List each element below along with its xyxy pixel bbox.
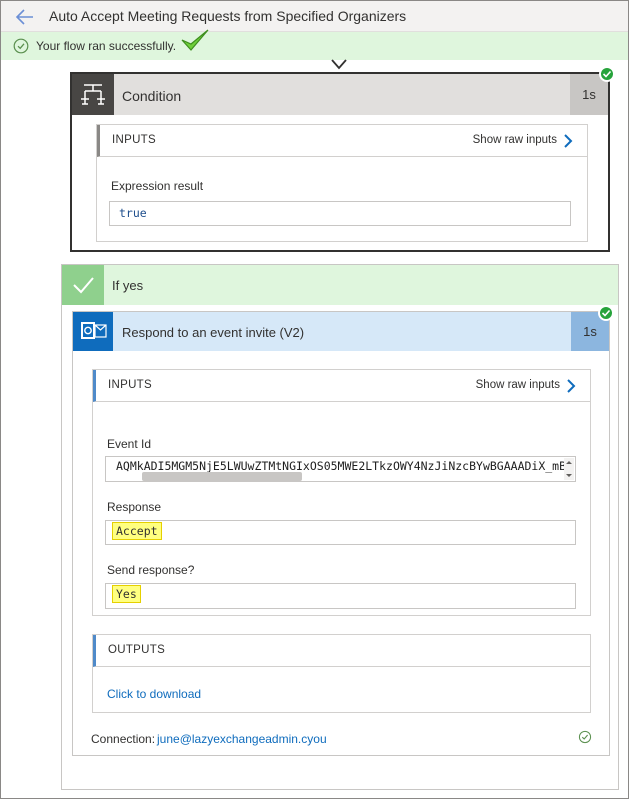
send-response-value: Yes <box>112 585 141 603</box>
inputs-label: INPUTS <box>112 134 156 146</box>
success-message: Your flow ran successfully. <box>36 39 177 53</box>
page-title: Auto Accept Meeting Requests from Specif… <box>49 8 407 24</box>
condition-title: Condition <box>122 88 182 104</box>
if-yes-branch: If yes Respond to an event invite (V2) 1… <box>61 264 619 790</box>
expression-result-field[interactable]: true <box>109 201 571 226</box>
event-id-label: Event Id <box>107 437 152 451</box>
chevron-right-icon[interactable] <box>566 378 576 394</box>
respond-inputs-panel: INPUTS Show raw inputs Event Id AQMkADI5… <box>92 369 591 616</box>
respond-title: Respond to an event invite (V2) <box>122 325 305 340</box>
condition-success-icon <box>599 66 615 82</box>
connection-label: Connection: <box>91 732 156 746</box>
check-circle-icon <box>13 38 29 54</box>
respond-outputs-panel: OUTPUTS Click to download <box>92 634 591 713</box>
outlook-icon <box>73 312 113 351</box>
green-checkmark-icon <box>181 29 209 51</box>
app-header: Auto Accept Meeting Requests from Specif… <box>1 1 628 32</box>
respond-action-card: Respond to an event invite (V2) 1s INPUT… <box>72 311 610 756</box>
vertical-scrollbar[interactable] <box>564 458 574 480</box>
respond-success-icon <box>598 305 614 321</box>
expression-result-label: Expression result <box>111 179 204 193</box>
outputs-header: OUTPUTS <box>93 635 590 667</box>
condition-header[interactable]: Condition 1s <box>72 74 608 115</box>
response-field[interactable]: Accept <box>105 520 576 545</box>
show-raw-inputs-link[interactable]: Show raw inputs <box>473 134 557 146</box>
horizontal-scrollbar[interactable] <box>142 472 302 481</box>
response-value: Accept <box>112 522 162 540</box>
event-id-value: AQMkADI5MGM5NjE5LWUwZTMtNGIxOS05MWE2LTkz… <box>116 459 573 473</box>
inputs-header: INPUTS Show raw inputs <box>97 125 587 157</box>
inputs-header: INPUTS Show raw inputs <box>93 370 590 402</box>
if-yes-check-icon <box>62 265 104 305</box>
outputs-label: OUTPUTS <box>108 644 166 656</box>
respond-header[interactable]: Respond to an event invite (V2) 1s <box>73 312 609 351</box>
show-raw-inputs-link[interactable]: Show raw inputs <box>476 379 560 391</box>
response-label: Response <box>107 500 162 514</box>
send-response-label: Send response? <box>107 563 195 577</box>
back-arrow-icon[interactable] <box>13 6 37 28</box>
send-response-field[interactable]: Yes <box>105 583 576 609</box>
event-id-field[interactable]: AQMkADI5MGM5NjE5LWUwZTMtNGIxOS05MWE2LTkz… <box>105 456 576 482</box>
chevron-right-icon[interactable] <box>563 133 573 149</box>
flow-arrow-icon <box>331 59 347 70</box>
if-yes-title: If yes <box>112 278 144 293</box>
connection-ok-icon <box>578 730 592 744</box>
condition-card: Condition 1s INPUTS Show raw inputs Expr… <box>70 72 610 252</box>
condition-icon <box>72 74 114 115</box>
if-yes-header[interactable]: If yes <box>62 265 618 305</box>
click-to-download-link[interactable]: Click to download <box>107 687 201 701</box>
expression-result-value: true <box>119 206 147 220</box>
inputs-label: INPUTS <box>108 379 152 391</box>
connection-link[interactable]: june@lazyexchangeadmin.cyou <box>157 732 327 746</box>
success-banner: Your flow ran successfully. <box>1 32 628 60</box>
condition-inputs-panel: INPUTS Show raw inputs Expression result… <box>96 124 588 242</box>
